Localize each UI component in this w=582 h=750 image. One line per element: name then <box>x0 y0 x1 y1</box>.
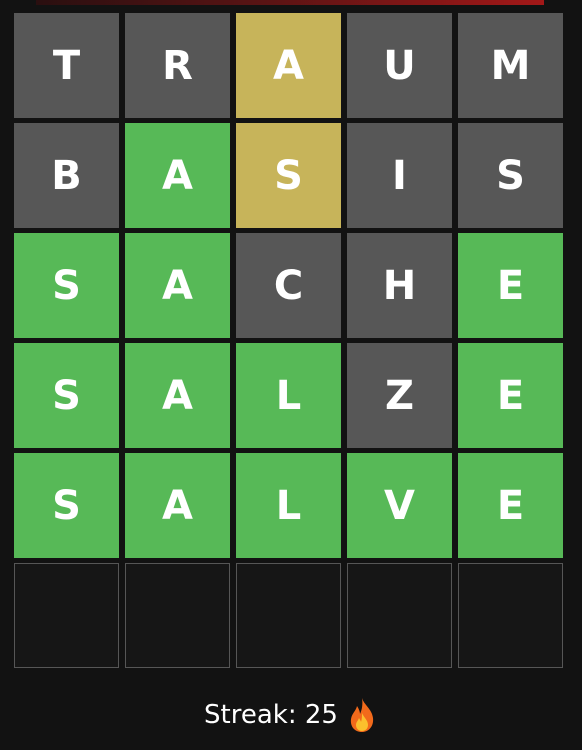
letter-tile <box>125 563 230 668</box>
letter-tile: C <box>236 233 341 338</box>
letter-tile: T <box>14 13 119 118</box>
letter-tile: E <box>458 233 563 338</box>
letter-tile: V <box>347 453 452 558</box>
board-row: BASIS <box>14 123 565 228</box>
streak-display: Streak: 25 <box>0 697 582 733</box>
letter-tile: B <box>14 123 119 228</box>
letter-tile: S <box>14 233 119 338</box>
letter-tile: E <box>458 343 563 448</box>
letter-tile <box>236 563 341 668</box>
game-board: TRAUMBASISSACHESALZESALVE <box>14 13 565 673</box>
fire-icon <box>346 697 378 733</box>
letter-tile: L <box>236 343 341 448</box>
letter-tile: A <box>236 13 341 118</box>
letter-tile: A <box>125 233 230 338</box>
letter-tile <box>347 563 452 668</box>
letter-tile: S <box>236 123 341 228</box>
letter-tile: S <box>14 343 119 448</box>
letter-tile <box>458 563 563 668</box>
letter-tile <box>14 563 119 668</box>
letter-tile: L <box>236 453 341 558</box>
letter-tile: A <box>125 343 230 448</box>
letter-tile: A <box>125 123 230 228</box>
board-row: SACHE <box>14 233 565 338</box>
board-row: SALVE <box>14 453 565 558</box>
letter-tile: A <box>125 453 230 558</box>
letter-tile: R <box>125 13 230 118</box>
board-row: SALZE <box>14 343 565 448</box>
board-row: TRAUM <box>14 13 565 118</box>
letter-tile: Z <box>347 343 452 448</box>
letter-tile: S <box>14 453 119 558</box>
top-banner <box>36 0 544 5</box>
letter-tile: M <box>458 13 563 118</box>
streak-label: Streak: 25 <box>204 700 338 730</box>
letter-tile: H <box>347 233 452 338</box>
letter-tile: S <box>458 123 563 228</box>
letter-tile: U <box>347 13 452 118</box>
letter-tile: I <box>347 123 452 228</box>
letter-tile: E <box>458 453 563 558</box>
board-row <box>14 563 565 668</box>
